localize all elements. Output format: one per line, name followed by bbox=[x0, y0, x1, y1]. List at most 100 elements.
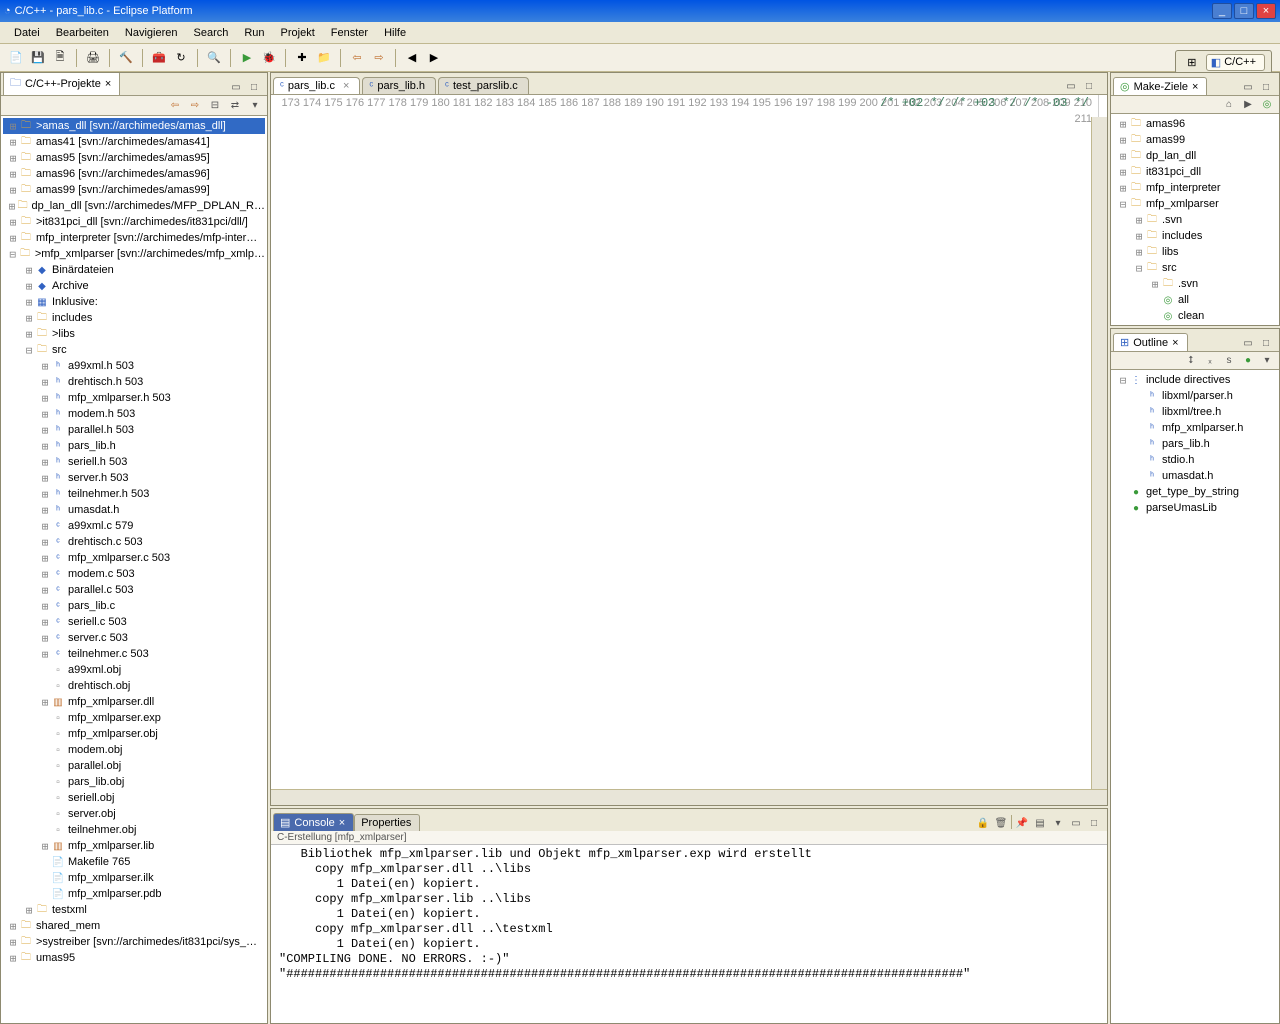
tree-item[interactable]: ⊞🗀mfp_interpreter [svn://archimedes/mfp-… bbox=[3, 230, 265, 246]
tab-outline[interactable]: ⊞ Outline × bbox=[1113, 333, 1188, 351]
tree-item[interactable]: ⊞🗀includes bbox=[3, 310, 265, 326]
tree-item[interactable]: ⊞ʰpars_lib.h bbox=[3, 438, 265, 454]
console-min-icon[interactable]: ▭ bbox=[1068, 815, 1084, 831]
tree-item[interactable]: ▫mfp_xmlparser.exp bbox=[3, 710, 265, 726]
tree-item[interactable]: ⊞🗀tactvml bbox=[1113, 324, 1277, 325]
expand-icon[interactable]: ⊞ bbox=[1117, 182, 1129, 195]
tree-item[interactable]: ⊞🗀amas99 bbox=[1113, 132, 1277, 148]
tree-item[interactable]: ⊞ᶜmfp_xmlparser.c 503 bbox=[3, 550, 265, 566]
expand-icon[interactable]: ⊞ bbox=[39, 840, 51, 853]
tree-item[interactable]: ⊞ʰumasdat.h bbox=[3, 502, 265, 518]
tab-properties[interactable]: Properties bbox=[354, 814, 420, 831]
tree-item[interactable]: ⊞🗀umas95 bbox=[3, 950, 265, 966]
editor-scrollbar[interactable] bbox=[1091, 117, 1107, 789]
expand-icon[interactable]: ⊞ bbox=[7, 120, 19, 133]
expand-icon[interactable]: ⊞ bbox=[39, 568, 51, 581]
expand-icon[interactable]: ⊞ bbox=[39, 424, 51, 437]
tree-item[interactable]: ⊞ᶜdrehtisch.c 503 bbox=[3, 534, 265, 550]
expand-icon[interactable]: ⊞ bbox=[39, 632, 51, 645]
tree-item[interactable]: ⊞🗀>amas_dll [svn://archimedes/amas_dll] bbox=[3, 118, 265, 134]
tree-item[interactable]: ⊟⋮include directives bbox=[1113, 372, 1277, 388]
expand-icon[interactable]: ⊞ bbox=[23, 904, 35, 917]
close-tab-icon[interactable]: × bbox=[343, 80, 349, 92]
open-perspective-button[interactable]: ⊞ bbox=[1182, 52, 1202, 72]
collapse-all-icon[interactable]: ⊟ bbox=[207, 98, 223, 114]
menu-bearbeiten[interactable]: Bearbeiten bbox=[48, 24, 117, 42]
expand-icon[interactable]: ⊞ bbox=[1133, 230, 1145, 243]
expand-icon[interactable]: ⊞ bbox=[23, 280, 35, 293]
outline-max-icon[interactable]: □ bbox=[1258, 335, 1274, 351]
expand-icon[interactable]: ⊞ bbox=[1117, 134, 1129, 147]
expand-icon[interactable]: ⊟ bbox=[7, 248, 18, 261]
menu-datei[interactable]: Datei bbox=[6, 24, 48, 42]
sort-icon[interactable]: ⭥ bbox=[1183, 353, 1199, 369]
save-button[interactable]: 💾 bbox=[28, 48, 48, 68]
new-class-button[interactable]: ✚ bbox=[292, 48, 312, 68]
tree-item[interactable]: 📄mfp_xmlparser.ilk bbox=[3, 870, 265, 886]
make-max-icon[interactable]: □ bbox=[1258, 79, 1274, 95]
tree-item[interactable]: ʰlibxml/parser.h bbox=[1113, 388, 1277, 404]
expand-icon[interactable]: ⊞ bbox=[39, 472, 51, 485]
new-folder-button[interactable]: 📁 bbox=[314, 48, 334, 68]
expand-icon[interactable]: ⊞ bbox=[23, 296, 35, 309]
tree-item[interactable]: ⊟🗀>mfp_xmlparser [svn://archimedes/mfp_x… bbox=[3, 246, 265, 262]
tree-item[interactable]: ⊞🗀.svn bbox=[1113, 276, 1277, 292]
expand-icon[interactable]: ⊞ bbox=[7, 200, 17, 213]
run-button[interactable]: ▶ bbox=[237, 48, 257, 68]
tree-item[interactable]: ●parseUmasLib bbox=[1113, 500, 1277, 516]
pin-console-icon[interactable]: 📌 bbox=[1014, 815, 1030, 831]
tab-projects[interactable]: 🗀 C/C++-Projekte × bbox=[3, 72, 120, 95]
editor-minimize-icon[interactable]: ▭ bbox=[1063, 78, 1079, 94]
expand-icon[interactable]: ⊞ bbox=[39, 520, 51, 533]
code-editor[interactable]: 173 174 175 176 177 178 179 180 181 182 … bbox=[271, 95, 1107, 789]
expand-icon[interactable]: ⊞ bbox=[39, 536, 51, 549]
tree-item[interactable]: ⊞ᶜserver.c 503 bbox=[3, 630, 265, 646]
tree-item[interactable]: ⊞◆Binärdateien bbox=[3, 262, 265, 278]
tree-item[interactable]: ◎clean bbox=[1113, 308, 1277, 324]
expand-icon[interactable]: ⊞ bbox=[39, 696, 51, 709]
tree-item[interactable]: ʰmfp_xmlparser.h bbox=[1113, 420, 1277, 436]
expand-icon[interactable]: ⊞ bbox=[39, 600, 51, 613]
add-target-icon[interactable]: ◎ bbox=[1259, 97, 1275, 113]
outline-menu-icon[interactable]: ▾ bbox=[1259, 353, 1275, 369]
new-button[interactable]: 📄 bbox=[6, 48, 26, 68]
tree-item[interactable]: ⊞ᶜparallel.c 503 bbox=[3, 582, 265, 598]
tree-item[interactable]: ⊞▥mfp_xmlparser.dll bbox=[3, 694, 265, 710]
tree-item[interactable]: ▫drehtisch.obj bbox=[3, 678, 265, 694]
filter-fields-icon[interactable]: ₓ bbox=[1202, 353, 1218, 369]
tree-item[interactable]: ⊞ᶜpars_lib.c bbox=[3, 598, 265, 614]
close-console-icon[interactable]: × bbox=[339, 817, 345, 829]
close-button[interactable]: × bbox=[1256, 3, 1276, 19]
tree-item[interactable]: ▫teilnehmer.obj bbox=[3, 822, 265, 838]
display-selected-icon[interactable]: ▤ bbox=[1032, 815, 1048, 831]
tree-item[interactable]: ⊞ʰa99xml.h 503 bbox=[3, 358, 265, 374]
tree-item[interactable]: ʰpars_lib.h bbox=[1113, 436, 1277, 452]
tree-item[interactable]: ⊞ʰseriell.h 503 bbox=[3, 454, 265, 470]
tree-item[interactable]: ⊞ʰmodem.h 503 bbox=[3, 406, 265, 422]
clear-console-icon[interactable]: 🗑 bbox=[993, 815, 1009, 831]
expand-icon[interactable]: ⊞ bbox=[39, 376, 51, 389]
expand-icon[interactable]: ⊟ bbox=[23, 344, 35, 357]
outline-tree[interactable]: ⊟⋮include directives ʰlibxml/parser.h ʰl… bbox=[1111, 369, 1279, 1023]
expand-icon[interactable]: ⊞ bbox=[7, 936, 19, 949]
maximize-button[interactable]: □ bbox=[1234, 3, 1254, 19]
tree-item[interactable]: ▫seriell.obj bbox=[3, 790, 265, 806]
tree-item[interactable]: ⊞🗀shared_mem bbox=[3, 918, 265, 934]
close-make-icon[interactable]: × bbox=[1192, 81, 1198, 93]
tree-item[interactable]: ⊞🗀>libs bbox=[3, 326, 265, 342]
expand-icon[interactable]: ⊞ bbox=[7, 168, 19, 181]
tree-item[interactable]: ▫a99xml.obj bbox=[3, 662, 265, 678]
expand-icon[interactable]: ⊞ bbox=[39, 440, 51, 453]
expand-icon[interactable]: ⊟ bbox=[1133, 262, 1145, 275]
tree-item[interactable]: ◎all bbox=[1113, 292, 1277, 308]
expand-icon[interactable]: ⊞ bbox=[1133, 214, 1145, 227]
expand-icon[interactable]: ⊞ bbox=[1117, 166, 1129, 179]
expand-icon[interactable]: ⊞ bbox=[39, 360, 51, 373]
expand-icon[interactable]: ⊞ bbox=[7, 232, 19, 245]
menu-navigieren[interactable]: Navigieren bbox=[117, 24, 186, 42]
forward-button[interactable]: ⇨ bbox=[369, 48, 389, 68]
tree-item[interactable]: ⊞ʰmfp_xmlparser.h 503 bbox=[3, 390, 265, 406]
tree-item[interactable]: ⊞ʰparallel.h 503 bbox=[3, 422, 265, 438]
expand-icon[interactable]: ⊞ bbox=[39, 392, 51, 405]
tree-item[interactable]: ⊞🗀amas96 bbox=[1113, 116, 1277, 132]
